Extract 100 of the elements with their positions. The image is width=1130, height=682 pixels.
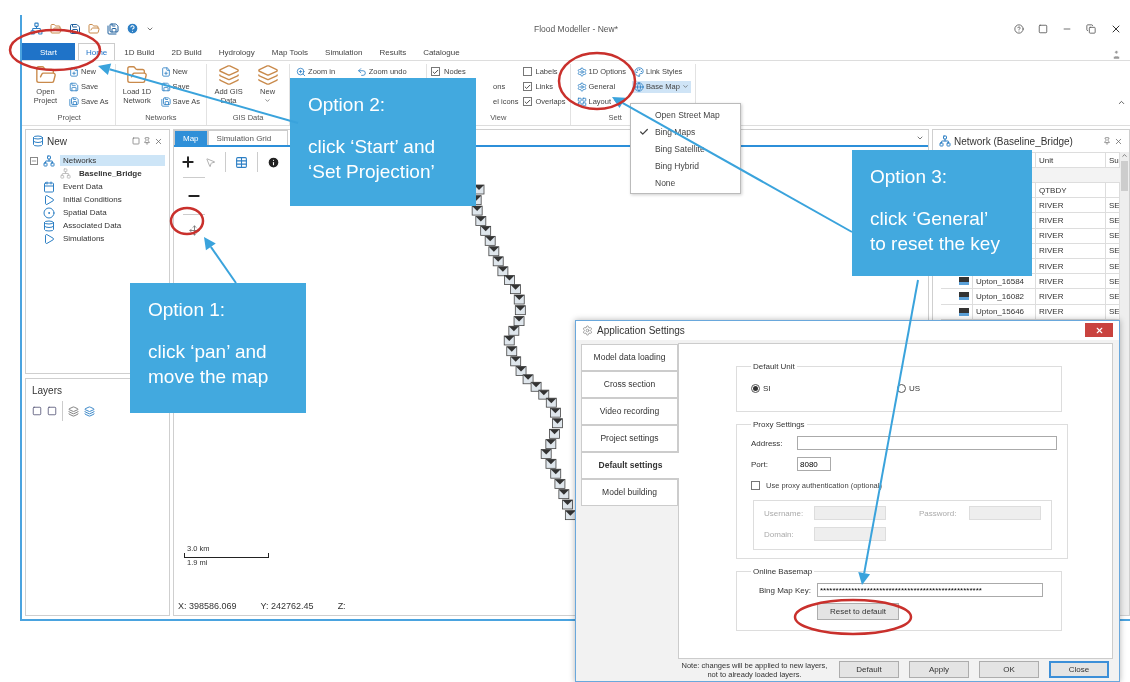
radio-label: US [909, 384, 921, 394]
group-title: Proxy Settings [752, 419, 806, 429]
folder-icon [34, 64, 57, 86]
tree-item[interactable]: Baseline_Bridge [76, 168, 165, 179]
circle-icon [43, 206, 55, 219]
map-tab[interactable]: Simulation Grid [207, 130, 288, 145]
scroll-thumb[interactable] [1121, 161, 1128, 191]
settings-tab[interactable]: Default settings [581, 451, 679, 479]
close-button[interactable] [1085, 323, 1113, 338]
field-label: Username: [764, 508, 805, 518]
table-cell: RIVER [1039, 261, 1064, 271]
dialog-button[interactable]: OK [979, 661, 1039, 679]
window-icon[interactable] [132, 137, 140, 145]
user-icon[interactable] [1111, 49, 1122, 60]
map-key-field[interactable]: **************************************************** [817, 583, 1043, 598]
collapse-icon[interactable] [1117, 98, 1126, 107]
column-header[interactable]: Su [1106, 153, 1120, 168]
undo-icon [356, 66, 367, 77]
menu-item[interactable]: Bing Satellite [631, 140, 740, 157]
help-icon[interactable] [1014, 23, 1024, 34]
table-cell: RIVER [1039, 231, 1064, 241]
dialog-button[interactable]: Close [1049, 661, 1109, 679]
layers-icon[interactable] [68, 405, 79, 417]
network-icon [939, 135, 951, 147]
caret-icon [264, 97, 272, 104]
save-icon[interactable] [69, 22, 81, 35]
ribbon-tab[interactable]: Start [22, 43, 75, 60]
info-icon[interactable] [267, 155, 280, 169]
callout-text: click ‘Start’ and ‘Set Projection’ [308, 134, 437, 185]
network-icon [60, 168, 71, 179]
menu-item[interactable]: Open Street Map [631, 106, 740, 123]
folder-icon[interactable] [50, 22, 62, 35]
menu-item[interactable]: None [631, 174, 740, 191]
settings-tab[interactable]: Model building [581, 478, 678, 506]
pin-icon[interactable] [1103, 137, 1111, 145]
radio-button[interactable] [751, 384, 760, 394]
table-cell: QTBDY [1039, 185, 1067, 195]
coordinate-text: X: 398586.069 [178, 601, 237, 611]
field-label: Domain: [764, 529, 795, 539]
radio-button[interactable] [897, 384, 906, 394]
scroll-up-icon[interactable] [1121, 152, 1128, 159]
table-cell: RIVER [1039, 200, 1064, 210]
table-cell: RIVER [1039, 307, 1064, 317]
settings-tab[interactable]: Cross section [581, 370, 678, 398]
tree-item[interactable]: Simulations [60, 233, 165, 244]
dialog-button[interactable]: Default [839, 661, 899, 679]
column-header[interactable]: Unit [1036, 153, 1106, 168]
checkbox-icon[interactable] [32, 406, 42, 416]
ribbon-display-icon[interactable] [1038, 23, 1048, 34]
callout-text: click ‘General’ to reset the key [870, 206, 1001, 257]
table-cell: Upton_16584 [976, 276, 1025, 286]
dialog-button[interactable]: Apply [909, 661, 969, 679]
checkbox[interactable] [522, 97, 532, 106]
pointer-icon[interactable] [205, 156, 216, 168]
checkbox[interactable] [431, 67, 441, 76]
layers-icon[interactable] [84, 405, 95, 417]
port-field[interactable]: 8080 [797, 457, 831, 472]
zoom-in-icon [296, 66, 307, 77]
new-file-icon [160, 66, 171, 77]
callout-title: Option 3: [870, 165, 949, 189]
save-as-icon [160, 96, 171, 107]
checkbox[interactable] [522, 67, 532, 76]
settings-tab[interactable]: Project settings [581, 424, 678, 452]
reset-button[interactable]: Reset to default [817, 602, 899, 620]
tree-item[interactable]: Event Data [60, 181, 165, 192]
coordinate-text: Z: [337, 601, 346, 611]
tree-item[interactable]: Associated Data [60, 220, 165, 231]
tree-item[interactable]: Networks [60, 155, 165, 166]
scrollbar[interactable] [1120, 152, 1129, 615]
play-icon [43, 193, 55, 206]
settings-tab[interactable]: Model data loading [581, 343, 678, 371]
pin-icon[interactable] [143, 137, 151, 145]
save-icon [69, 81, 79, 92]
restore-icon[interactable] [1086, 23, 1096, 34]
expander-icon[interactable] [30, 156, 38, 165]
table-cell: SE [1109, 307, 1119, 317]
table-cell: SE [1109, 246, 1119, 256]
checkbox[interactable] [522, 82, 532, 91]
checkbox[interactable] [751, 480, 760, 490]
pan-icon[interactable] [188, 225, 200, 236]
folder-icon[interactable] [88, 22, 100, 35]
menu-item[interactable]: Bing Hybrid [631, 157, 740, 174]
checkbox-icon[interactable] [47, 406, 57, 416]
layout-icon [576, 96, 587, 107]
table-icon[interactable] [235, 155, 248, 169]
field-label: Password: [919, 508, 958, 518]
address-field[interactable] [797, 436, 1057, 451]
tree-item[interactable]: Spatial Data [60, 207, 165, 218]
field-label: Address: [751, 438, 784, 448]
node-icon [959, 292, 969, 301]
triangle-icon [43, 232, 55, 245]
settings-tab[interactable]: Video recording [581, 397, 678, 425]
network-icon [43, 154, 55, 167]
panel-title: Layers [32, 384, 63, 396]
new-file-icon [69, 66, 79, 77]
zoom-in-icon[interactable] [180, 154, 196, 170]
tree-item[interactable]: Initial Conditions [60, 194, 165, 205]
menu-item[interactable]: Bing Maps [631, 123, 740, 140]
calendar-icon [43, 180, 55, 193]
save-all-icon[interactable] [107, 22, 119, 35]
